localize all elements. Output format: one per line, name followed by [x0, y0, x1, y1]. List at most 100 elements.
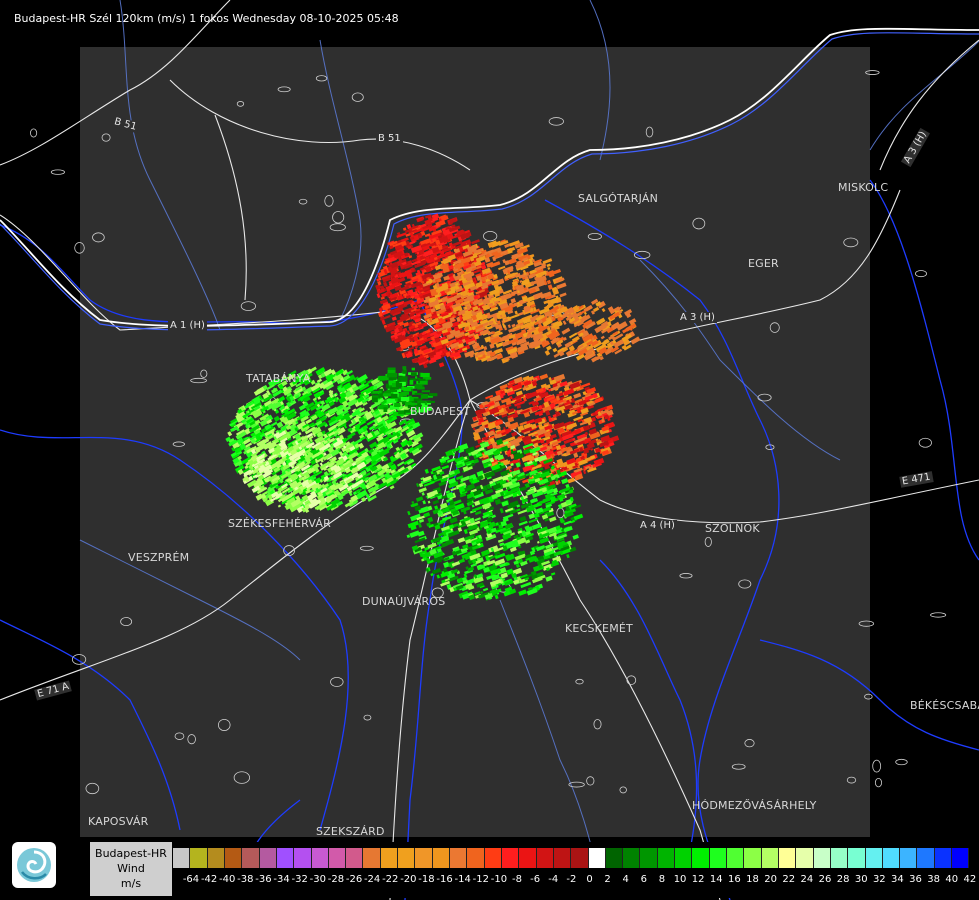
- legend-swatch: [588, 848, 606, 868]
- legend-swatch: [415, 848, 433, 868]
- legend-tick: -36: [255, 874, 272, 885]
- legend-swatch: [224, 848, 243, 868]
- legend-swatch: [173, 848, 191, 868]
- legend-swatch: [398, 848, 416, 868]
- city-label-eger: EGER: [748, 257, 779, 270]
- city-label-kaposvar: KAPOSVÁR: [88, 815, 149, 828]
- legend-swatch: [640, 848, 658, 868]
- city-label-bekescsaba: BÉKÉSCSABA: [910, 699, 979, 712]
- legend-tick: 40: [945, 874, 959, 885]
- legend-label-box: Budapest-HR Wind m/s: [90, 842, 172, 896]
- city-label-hodmezovasarhely: HÓDMEZŐVÁSÁRHELY: [692, 799, 817, 812]
- city-label-miskolc: MISKOLC: [838, 181, 889, 194]
- legend-tick: 22: [782, 874, 796, 885]
- city-label-szolnok: SZOLNOK: [705, 522, 760, 535]
- legend-swatch: [311, 848, 329, 868]
- legend-tick: -28: [327, 874, 345, 885]
- legend-swatch: [294, 848, 312, 868]
- legend-tick: 6: [640, 874, 648, 885]
- legend-tick: -26: [345, 874, 363, 885]
- legend-tick: 42: [963, 874, 977, 885]
- road-label-a3-east: A 3 (H): [678, 312, 717, 323]
- map-title: Budapest-HR Szél 120km (m/s) 1 fokos Wed…: [14, 12, 399, 25]
- met-service-logo: [12, 842, 56, 888]
- legend-swatch: [882, 848, 901, 868]
- legend-tick: 20: [764, 874, 777, 885]
- legend-swatch: [501, 848, 520, 868]
- legend-tick: 10: [673, 874, 687, 885]
- city-label-szekesfehervar: SZÉKESFEHÉRVÁR: [228, 517, 331, 530]
- legend-swatch: [536, 848, 554, 868]
- legend-tick: -2: [566, 874, 577, 885]
- legend-swatch: [709, 848, 727, 868]
- legend-swatch: [432, 848, 450, 868]
- legend-tick: 0: [586, 874, 593, 885]
- legend-swatch: [380, 848, 399, 868]
- legend-swatch: [692, 848, 710, 868]
- legend-swatch: [605, 848, 624, 868]
- legend-title-unit: m/s: [120, 877, 142, 890]
- legend-swatch: [848, 848, 866, 868]
- city-label-budapest: BUDAPEST: [410, 405, 471, 418]
- legend-title-radar: Budapest-HR: [95, 847, 167, 860]
- legend-swatch: [467, 848, 485, 868]
- legend-swatch: [190, 848, 208, 868]
- legend-tick: -40: [219, 874, 236, 885]
- city-label-szekszard: SZEKSZÁRD: [316, 825, 385, 838]
- legend-tick: -16: [436, 874, 453, 885]
- legend-tick: 4: [622, 874, 629, 885]
- legend-swatch: [276, 848, 295, 868]
- legend-tick: -18: [418, 874, 435, 885]
- legend-swatch: [865, 848, 883, 868]
- legend-tick: 36: [909, 874, 922, 885]
- legend-tick: 28: [836, 874, 850, 885]
- legend-swatch: [796, 848, 814, 868]
- legend-swatch: [450, 848, 468, 868]
- legend-tick: 34: [891, 874, 904, 885]
- legend-swatch: [744, 848, 762, 868]
- legend-tick: -14: [454, 874, 471, 885]
- legend-tick: 32: [872, 874, 886, 885]
- swirl-logo-icon: [17, 848, 51, 882]
- legend-swatch: [519, 848, 537, 868]
- city-label-kecskemet: KECSKEMÉT: [565, 622, 633, 635]
- legend-swatch: [346, 848, 364, 868]
- legend-tick: -30: [309, 874, 326, 885]
- legend-tick: 38: [927, 874, 941, 885]
- legend-tick: -20: [400, 874, 417, 885]
- road-label-a4: A 4 (H): [638, 520, 677, 531]
- legend-swatch: [571, 848, 589, 868]
- city-label-salgotarjan: SALGÓTARJÁN: [578, 192, 659, 205]
- legend-swatch: [623, 848, 641, 868]
- legend-color-scale: [173, 848, 970, 870]
- city-label-veszprem: VESZPRÉM: [128, 551, 190, 564]
- legend-tick: 26: [818, 874, 832, 885]
- legend-swatch: [553, 848, 572, 868]
- legend-tick: -42: [200, 874, 218, 885]
- legend-swatch: [207, 848, 225, 868]
- legend-tick: -34: [273, 874, 290, 885]
- legend-swatch: [328, 848, 347, 868]
- legend-swatch: [934, 848, 953, 868]
- legend-tick: -6: [530, 874, 541, 885]
- legend-swatch: [900, 848, 918, 868]
- legend-swatch: [761, 848, 779, 868]
- legend-tick: 2: [604, 874, 611, 885]
- legend-tick: 24: [800, 874, 814, 885]
- legend-tick: -8: [512, 874, 523, 885]
- legend-tick: 30: [854, 874, 868, 885]
- legend-tick: -24: [363, 874, 381, 885]
- legend-swatch: [830, 848, 849, 868]
- legend-swatch: [952, 848, 970, 868]
- road-label-b51-mid: B 51: [376, 133, 403, 144]
- legend-swatch: [242, 848, 260, 868]
- legend-tick: 12: [691, 874, 705, 885]
- legend-tick: 14: [709, 874, 723, 885]
- legend-swatch: [813, 848, 831, 868]
- legend-tick: 18: [746, 874, 759, 885]
- legend-tick: 8: [658, 874, 666, 885]
- legend-tick: -22: [382, 874, 399, 885]
- road-label-a1: A 1 (H): [168, 320, 207, 331]
- legend-swatch: [675, 848, 693, 868]
- legend-tick: -32: [291, 874, 308, 885]
